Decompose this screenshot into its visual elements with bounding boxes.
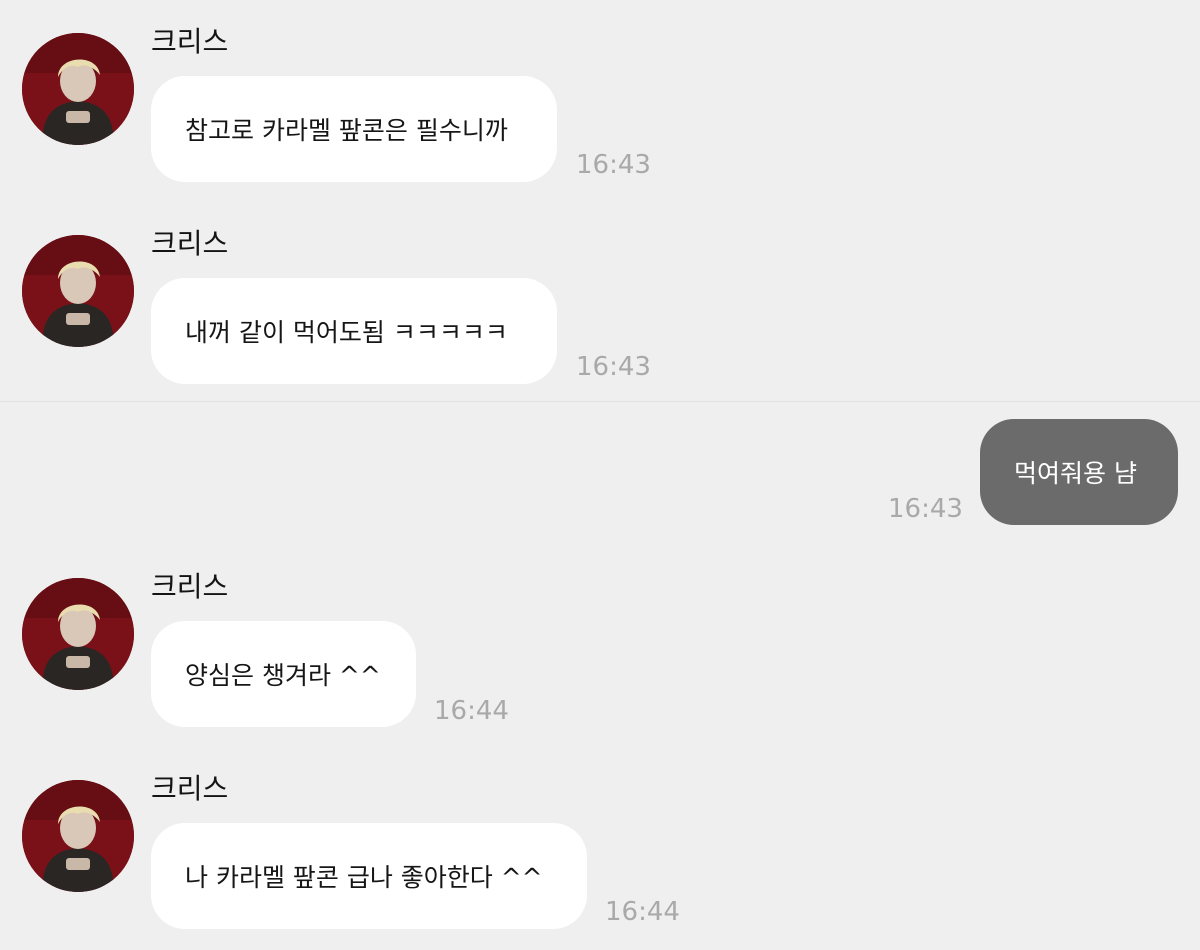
- my-message-bubble[interactable]: 먹여줘용 냠: [980, 419, 1178, 525]
- message-bubble[interactable]: 양심은 챙겨라 ^^: [151, 621, 416, 727]
- message-text: 나 카라멜 팦콘 급나 좋아한다 ^^: [185, 863, 543, 892]
- message-timestamp: 16:43: [576, 352, 651, 382]
- message-bubble[interactable]: 내꺼 같이 먹어도됨 ㅋㅋㅋㅋㅋ: [151, 278, 557, 384]
- message-timestamp: 16:44: [605, 897, 680, 927]
- sender-name: 크리스: [151, 570, 229, 603]
- message-bubble[interactable]: 참고로 카라멜 팦콘은 필수니까: [151, 76, 557, 182]
- message-timestamp: 16:43: [576, 150, 651, 180]
- message-timestamp: 16:44: [434, 696, 509, 726]
- message-text: 먹여줘용 냠: [1014, 459, 1137, 488]
- message-text: 양심은 챙겨라 ^^: [185, 661, 381, 690]
- message-text: 참고로 카라멜 팦콘은 필수니까: [185, 116, 508, 145]
- message-bubble[interactable]: 나 카라멜 팦콘 급나 좋아한다 ^^: [151, 823, 587, 929]
- sender-name: 크리스: [151, 227, 229, 260]
- sender-name: 크리스: [151, 25, 229, 58]
- sender-name: 크리스: [151, 772, 229, 805]
- divider: [0, 401, 1200, 402]
- sender-avatar-icon[interactable]: [22, 780, 134, 892]
- message-timestamp: 16:43: [888, 494, 963, 524]
- sender-avatar-icon[interactable]: [22, 578, 134, 690]
- message-text: 내꺼 같이 먹어도됨 ㅋㅋㅋㅋㅋ: [185, 318, 508, 347]
- sender-avatar-icon[interactable]: [22, 235, 134, 347]
- chat-view: 크리스 참고로 카라멜 팦콘은 필수니까 16:43 크리스 내꺼 같이 먹어도…: [0, 0, 1200, 950]
- sender-avatar-icon[interactable]: [22, 33, 134, 145]
